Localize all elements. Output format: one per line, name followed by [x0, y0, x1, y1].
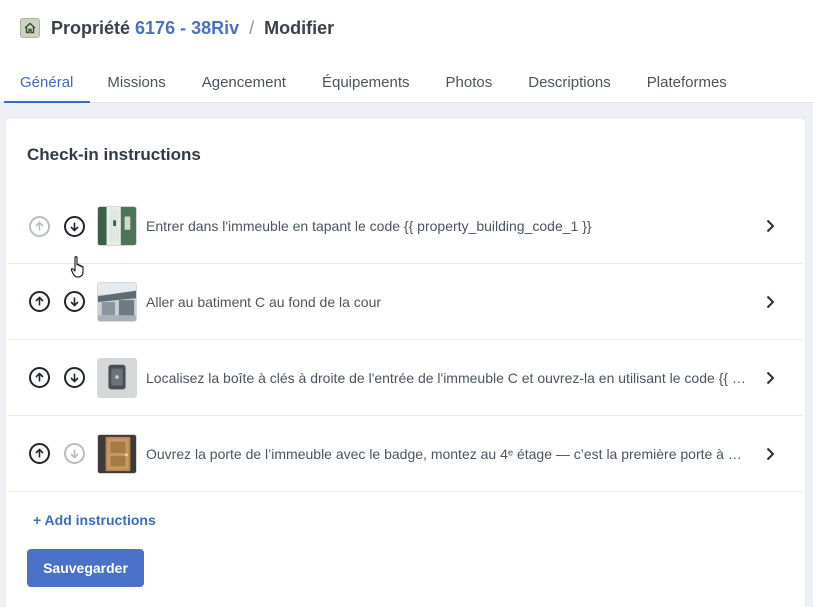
title-prefix: Propriété — [51, 17, 131, 38]
page-action-label: Modifier — [264, 17, 335, 38]
move-down-button[interactable] — [64, 291, 85, 312]
hand-cursor-icon — [70, 256, 84, 278]
move-up-button[interactable] — [29, 291, 50, 312]
move-up-button[interactable] — [29, 367, 50, 388]
instruction-row[interactable]: Aller au batiment C au fond de la cour — [9, 264, 802, 340]
move-down-button[interactable] — [64, 215, 85, 237]
instruction-row[interactable]: Ouvrez la porte de l’immeuble avec le ba… — [9, 416, 802, 492]
tab-plateformes[interactable]: Plateformes — [647, 62, 727, 103]
arrow-down-icon — [70, 373, 79, 383]
breadcrumb-separator: / — [249, 17, 255, 38]
save-button[interactable]: Sauvegarder — [27, 549, 144, 587]
tab-descriptions[interactable]: Descriptions — [528, 62, 611, 103]
top-header: Propriété 6176 - 38Riv / Modifier Général… — [0, 0, 813, 103]
instruction-text: Aller au batiment C au fond de la cour — [146, 293, 382, 310]
move-up-button[interactable] — [29, 443, 50, 464]
tab-general[interactable]: Général — [4, 62, 91, 103]
arrow-down-icon — [70, 449, 79, 459]
arrow-up-icon — [35, 296, 44, 306]
tab-agencement[interactable]: Agencement — [202, 62, 286, 103]
chevron-right-icon[interactable] — [763, 219, 777, 233]
tab-bar: Général Missions Agencement Équipements … — [0, 62, 727, 103]
add-instructions-link[interactable]: + Add instructions — [33, 512, 156, 528]
arrow-down-icon — [70, 222, 79, 232]
page-title: Propriété 6176 - 38Riv / Modifier — [20, 17, 334, 39]
instruction-list: Entrer dans l'immeuble en tapant le code… — [9, 189, 802, 492]
instruction-text: Ouvrez la porte de l’immeuble avec le ba… — [146, 445, 749, 462]
tab-equipements[interactable]: Équipements — [322, 62, 410, 103]
arrow-up-icon — [35, 448, 44, 458]
chevron-right-icon[interactable] — [763, 371, 777, 385]
tab-photos[interactable]: Photos — [446, 62, 493, 103]
move-down-button[interactable] — [64, 443, 85, 464]
check-in-card: Check-in instructions Entrer dans l'imme — [6, 119, 805, 607]
instruction-text: Entrer dans l'immeuble en tapant le code… — [146, 218, 592, 234]
chevron-right-icon[interactable] — [763, 295, 777, 309]
property-link[interactable]: 6176 - 38Riv — [135, 18, 239, 39]
instruction-thumbnail — [97, 357, 137, 398]
move-up-button[interactable] — [29, 215, 50, 237]
instruction-text: Localisez la boîte à clés à droite de l'… — [146, 369, 749, 386]
chevron-right-icon[interactable] — [763, 447, 777, 461]
instruction-row[interactable]: Entrer dans l'immeuble en tapant le code… — [9, 189, 802, 264]
move-down-button[interactable] — [64, 367, 85, 388]
home-icon[interactable] — [20, 18, 40, 38]
instruction-thumbnail — [97, 206, 137, 246]
tab-missions[interactable]: Missions — [107, 62, 165, 103]
instruction-thumbnail — [97, 433, 137, 474]
arrow-down-icon — [70, 297, 79, 307]
arrow-up-icon — [35, 220, 44, 230]
instruction-thumbnail — [97, 281, 137, 322]
arrow-up-icon — [35, 372, 44, 382]
section-title: Check-in instructions — [27, 145, 201, 164]
instruction-row[interactable]: Localisez la boîte à clés à droite de l'… — [9, 340, 802, 416]
